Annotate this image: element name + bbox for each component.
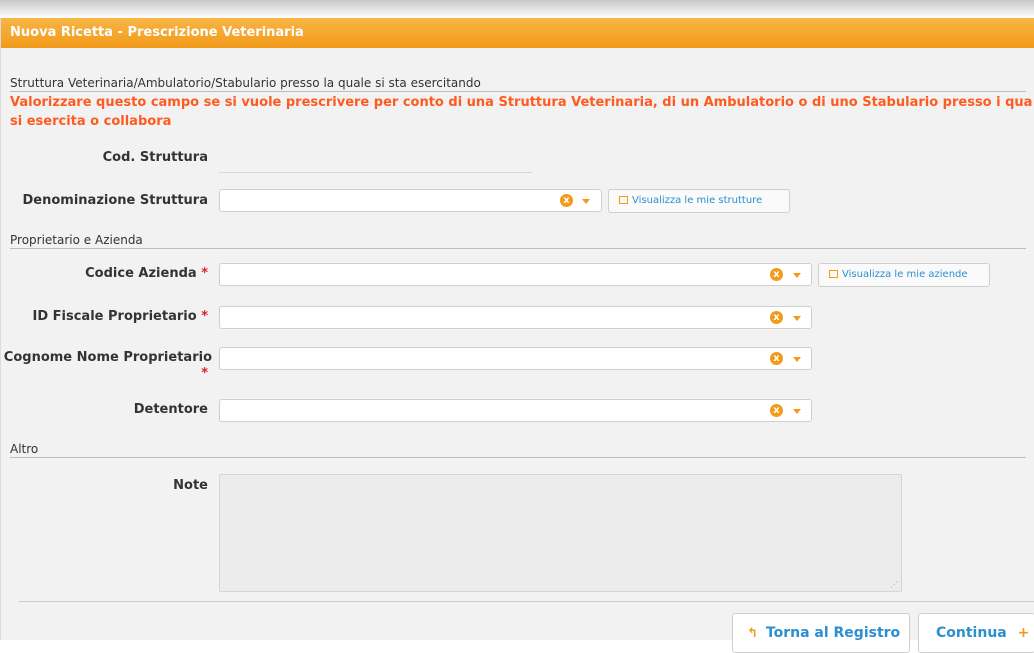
- torna-label: Torna al Registro: [765, 625, 901, 641]
- continua-button[interactable]: Continua +: [918, 613, 1034, 653]
- visualizza-aziende-button[interactable]: Visualizza le mie aziende: [818, 263, 990, 287]
- required-marker: *: [201, 309, 208, 324]
- cognome-nome-label: Cognome Nome Proprietario *: [3, 350, 212, 381]
- dialog-title: Nuova Ricetta - Prescrizione Veterinaria: [1, 18, 1034, 48]
- dialog-panel: Nuova Ricetta - Prescrizione Veterinaria…: [0, 18, 1034, 653]
- chevron-down-icon[interactable]: [582, 199, 590, 204]
- visualizza-strutture-button[interactable]: Visualizza le mie strutture: [608, 189, 790, 213]
- external-window-icon: [619, 196, 628, 204]
- resize-handle-icon[interactable]: ⋰: [890, 580, 898, 589]
- id-fiscale-select[interactable]: x: [219, 306, 812, 329]
- clear-icon[interactable]: x: [770, 352, 783, 365]
- continua-label: Continua: [936, 625, 1007, 641]
- clear-icon[interactable]: x: [770, 404, 783, 417]
- detentore-label: Detentore: [133, 402, 208, 417]
- visualizza-aziende-label: Visualizza le mie aziende: [842, 269, 968, 280]
- required-marker: *: [201, 266, 208, 281]
- section-altro-header: Altro: [10, 442, 1026, 458]
- chevron-down-icon[interactable]: [793, 409, 801, 414]
- cod-struttura-label: Cod. Struttura: [102, 150, 208, 165]
- chevron-down-icon[interactable]: [793, 273, 801, 278]
- denominazione-struttura-label: Denominazione Struttura: [22, 193, 209, 208]
- window-shadow: [0, 0, 1034, 18]
- visualizza-strutture-label: Visualizza le mie strutture: [632, 195, 763, 206]
- torna-al-registro-button[interactable]: ↰ Torna al Registro: [732, 613, 910, 653]
- warning-text-line2: si esercita o collabora: [10, 114, 172, 129]
- codice-azienda-label: Codice Azienda *: [85, 266, 208, 281]
- back-arrow-icon: ↰: [747, 626, 758, 641]
- clear-icon[interactable]: x: [560, 194, 573, 207]
- plus-icon: +: [1017, 625, 1030, 641]
- required-marker: *: [201, 366, 208, 381]
- chevron-down-icon[interactable]: [793, 316, 801, 321]
- id-fiscale-label: ID Fiscale Proprietario *: [32, 309, 209, 324]
- codice-azienda-select[interactable]: x: [219, 263, 812, 286]
- detentore-select[interactable]: x: [219, 399, 812, 422]
- footer-divider: [19, 601, 1034, 602]
- section-struttura-header: Struttura Veterinaria/Ambulatorio/Stabul…: [10, 76, 1026, 92]
- warning-text-line1: Valorizzare questo campo se si vuole pre…: [10, 95, 1033, 110]
- section-proprietario-header: Proprietario e Azienda: [10, 233, 1026, 249]
- clear-icon[interactable]: x: [770, 311, 783, 324]
- external-window-icon: [829, 270, 838, 278]
- chevron-down-icon[interactable]: [793, 357, 801, 362]
- note-label: Note: [173, 478, 208, 493]
- clear-icon[interactable]: x: [770, 268, 783, 281]
- cod-struttura-value: [219, 172, 532, 173]
- denominazione-struttura-select[interactable]: x: [219, 189, 602, 212]
- note-textarea[interactable]: ⋰: [219, 474, 902, 592]
- cognome-nome-select[interactable]: x: [219, 347, 812, 370]
